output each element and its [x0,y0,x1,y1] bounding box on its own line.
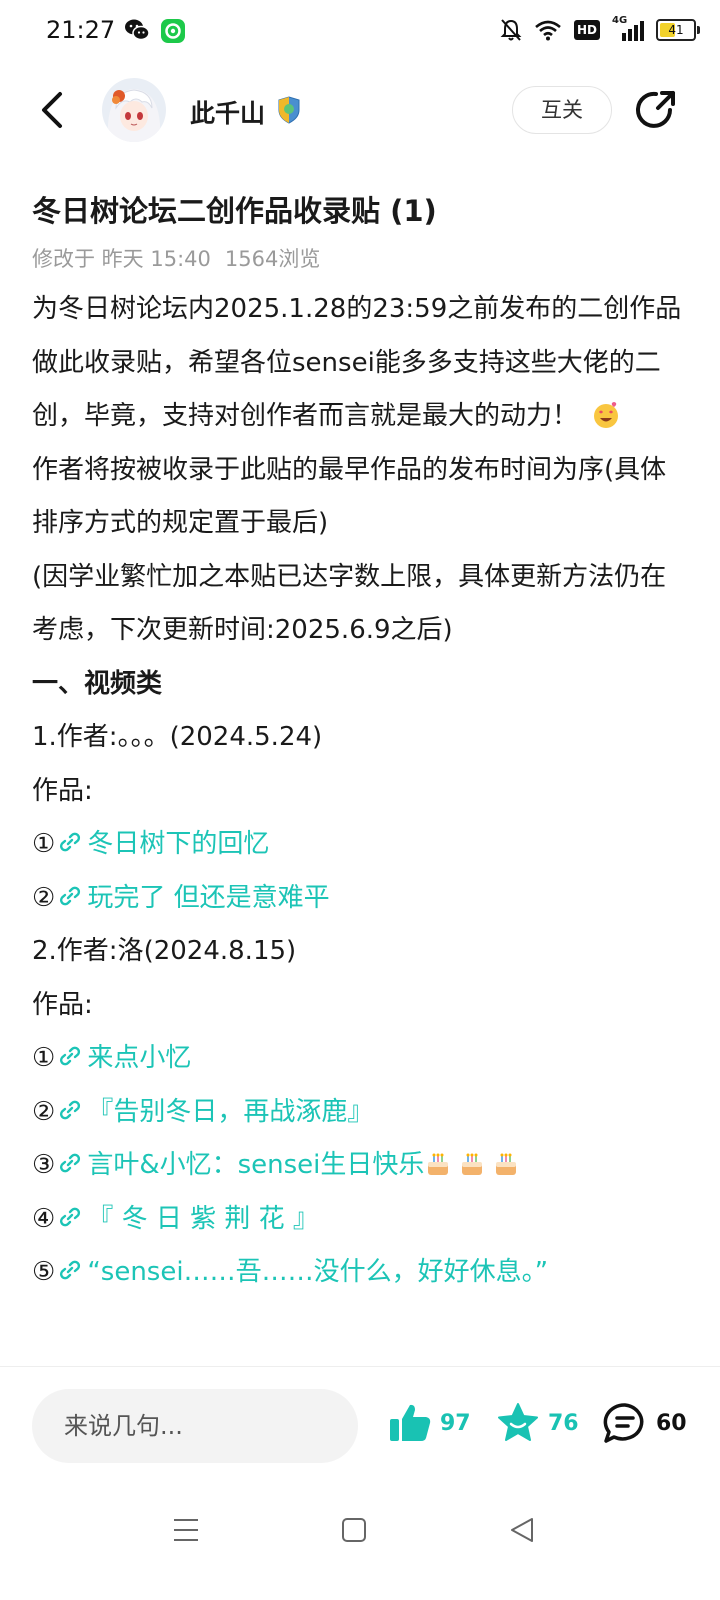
work-title[interactable]: 来点小忆 [87,1043,191,1073]
favorite-count: 76 [548,1410,579,1436]
view-count: 1564浏览 [224,247,321,271]
thumbs-up-icon [390,1404,431,1441]
work-link[interactable]: 来点小忆 [55,1043,191,1073]
work-title[interactable]: 『告别冬日，再战涿鹿』 [87,1097,373,1127]
post-content: 冬日树论坛二创作品收录贴 (1) 修改于 昨天 15:40 1564浏览 为冬日树… [32,185,692,1300]
author-heading: 2.作者:洛(2024.8.15) [32,936,297,966]
comment-bubble-icon [603,1403,644,1443]
app-notification-icon [161,19,185,43]
link-icon [60,1100,81,1119]
follow-button[interactable]: 互关 [512,86,612,134]
work-item: ⑤ “sensei……吾……没什么，好好休息。” [32,1246,692,1300]
work-number: ① [32,1043,56,1073]
heart-eyes-emoji-icon [594,402,619,428]
work-number: ④ [32,1203,56,1234]
work-link[interactable]: 玩完了 但还是意难平 [55,883,330,913]
section-title: 一、视频类 [32,668,163,699]
avatar[interactable] [102,78,166,142]
system-nav-bar [0,1486,720,1600]
work-title[interactable]: 『 冬 日 紫 荆 花 』 [87,1204,319,1234]
work-item: ① 冬日树下的回忆 [32,818,692,872]
work-title[interactable]: 玩完了 但还是意难平 [87,883,329,913]
link-icon [60,1207,81,1226]
home-square-icon[interactable] [334,1510,374,1550]
comment-input[interactable]: 来说几句... [32,1389,358,1463]
wifi-icon [535,20,561,41]
back-arrow-icon[interactable] [32,86,76,134]
post-header: 此千山 互关 [0,72,720,152]
like-button[interactable]: 97 [388,1401,471,1445]
order-note: 作者将按被收录于此贴的最早作品的发布时间为序(具体排序方式的规定置于最后) [32,454,667,539]
post-meta: 修改于 昨天 15:40 1564浏览 [32,235,692,283]
back-triangle-icon[interactable] [502,1510,542,1550]
network-type-label: 4G [612,15,628,26]
work-link[interactable]: 冬日树下的回忆 [55,829,269,859]
wechat-icon [125,19,150,41]
level-badge-icon [278,96,300,124]
work-item: ① 来点小忆 [32,1032,692,1086]
intro-paragraph: 为冬日树论坛内2025.1.28的23:59之前发布的二创作品做此收录贴，希望各… [32,283,692,444]
work-title[interactable]: 言叶&小忆：sensei生日快乐 [87,1150,424,1180]
bottom-action-bar: 来说几句... 97 76 60 [0,1366,720,1487]
like-count: 97 [440,1410,471,1436]
works-label: 作品: [32,775,93,806]
work-link[interactable]: 言叶&小忆：sensei生日快乐 [55,1150,424,1180]
work-link[interactable]: 『 冬 日 紫 荆 花 』 [55,1204,319,1234]
modified-time: 修改于 昨天 15:40 [32,247,211,271]
hd-icon: HD [573,20,600,40]
star-icon [498,1403,538,1441]
update-note: (因学业繁忙加之本贴已达字数上限，具体更新方法仍在考虑，下次更新时间:2025.… [32,561,667,646]
battery-icon: 41 [656,19,700,41]
share-icon[interactable] [634,88,678,132]
status-bar: 21:27 HD 4G 41 [0,0,720,64]
post-body: 为冬日树论坛内2025.1.28的23:59之前发布的二创作品做此收录贴，希望各… [32,283,692,1300]
comments-button[interactable]: 60 [602,1401,687,1445]
silent-bell-icon [500,19,522,41]
status-left-icons [124,18,186,44]
work-item: ④ 『 冬 日 紫 荆 花 』 [32,1193,692,1247]
birthday-cake-emoji-icon [428,1153,449,1175]
work-number: ① [32,829,56,859]
work-link[interactable]: 『告别冬日，再战涿鹿』 [55,1097,373,1127]
username[interactable]: 此千山 [190,94,265,130]
link-icon [60,886,81,905]
4g-signal-icon: 4G [612,15,644,41]
work-title[interactable]: “sensei……吾……没什么，好好休息。” [87,1257,548,1287]
status-time: 21:27 [46,16,116,44]
link-icon [60,832,81,852]
birthday-cake-emoji-icon [462,1153,483,1175]
status-right-icons: HD 4G 41 [500,15,700,42]
work-item: ② 『告别冬日，再战涿鹿』 [32,1086,692,1140]
author-heading: 1.作者:。。。(2024.5.24) [32,722,323,752]
work-item: ③ 言叶&小忆：sensei生日快乐 [32,1139,692,1193]
battery-level: 41 [668,23,684,37]
link-icon [60,1046,81,1066]
intro-text: 为冬日树论坛内2025.1.28的23:59之前发布的二创作品做此收录贴，希望各… [32,294,682,431]
link-icon [60,1260,81,1280]
work-number: ③ [32,1150,56,1180]
work-number: ② [32,882,56,913]
work-number: ② [32,1096,56,1127]
comment-count: 60 [656,1410,687,1436]
favorite-button[interactable]: 76 [496,1401,579,1445]
works-label: 作品: [32,989,93,1020]
work-link[interactable]: “sensei……吾……没什么，好好休息。” [55,1257,548,1287]
birthday-cake-emoji-icon [496,1153,517,1175]
work-item: ② 玩完了 但还是意难平 [32,872,692,926]
link-icon [60,1153,81,1173]
post-title: 冬日树论坛二创作品收录贴 (1) [32,194,437,228]
menu-icon[interactable] [166,1510,206,1550]
work-number: ⑤ [32,1257,56,1287]
work-title[interactable]: 冬日树下的回忆 [87,829,269,859]
